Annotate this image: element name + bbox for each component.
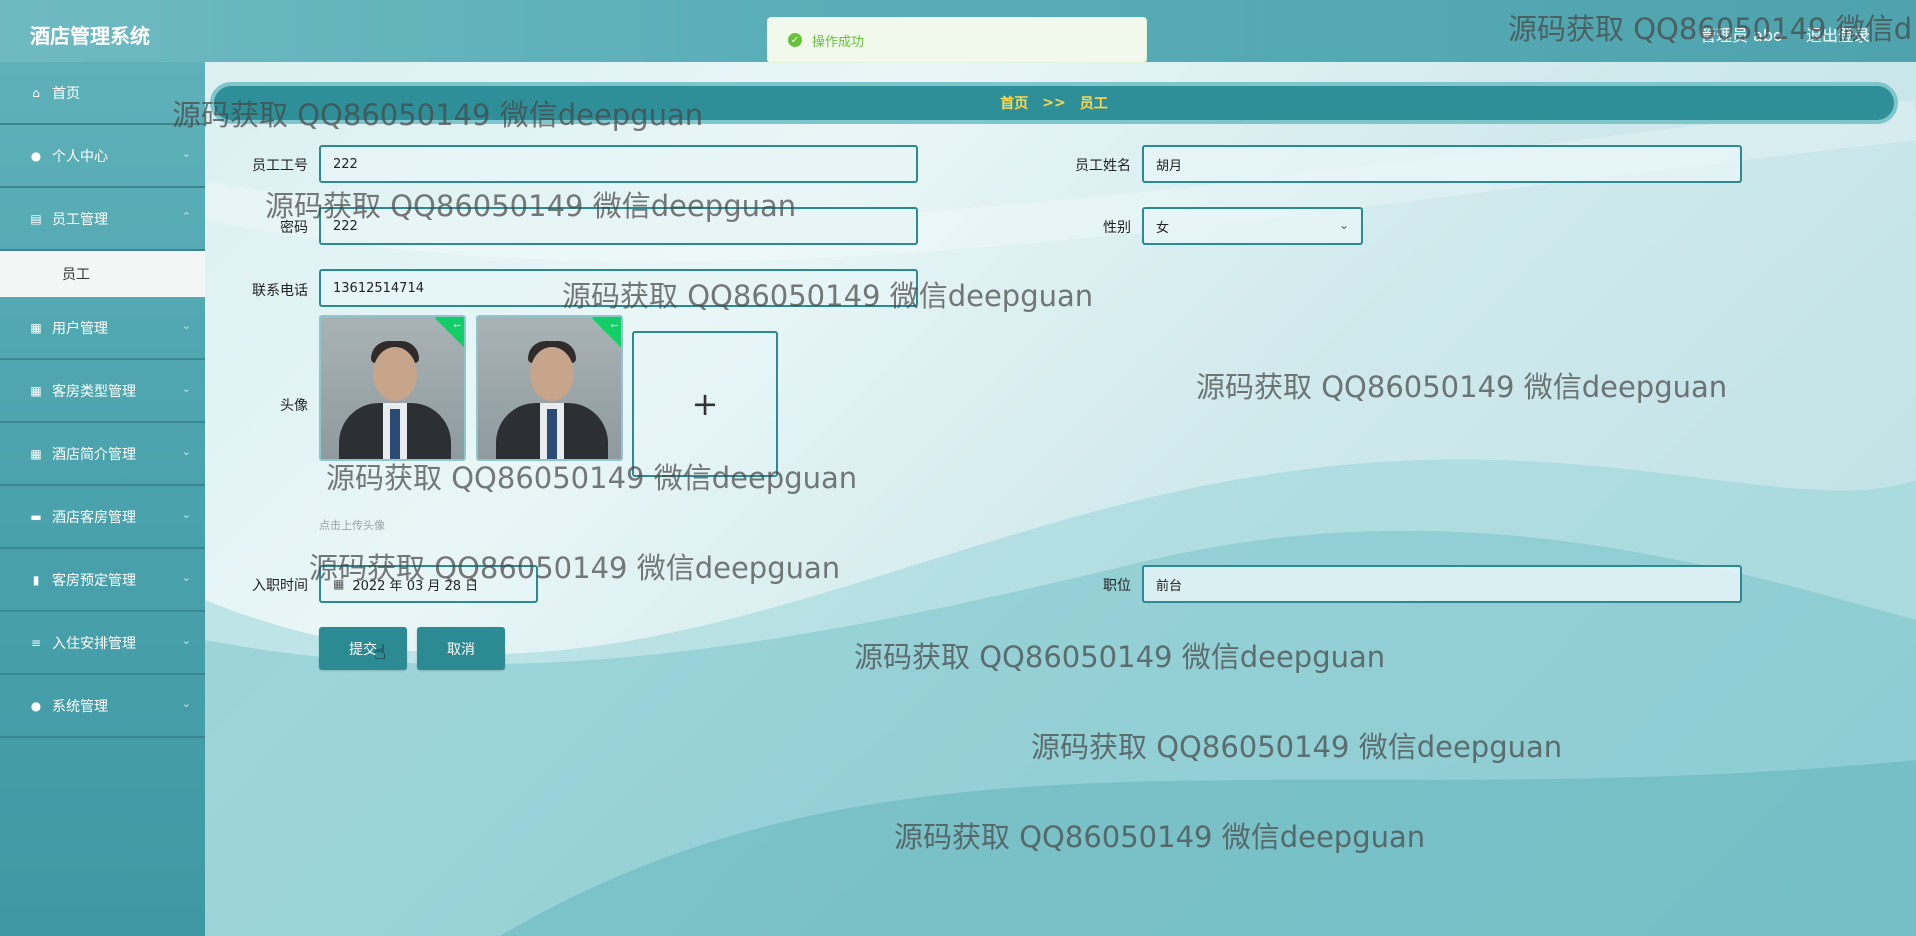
pointer-cursor-icon: ☝ [374, 640, 387, 664]
chevron-down-icon: ⌄ [181, 147, 191, 160]
admin-label: 管理员 abo [1700, 26, 1783, 45]
breadcrumb-separator: >> [1042, 95, 1066, 111]
chevron-down-icon: ⌄ [181, 382, 191, 395]
password-input[interactable]: 222 [319, 207, 918, 245]
avatar-label: 头像 [280, 398, 308, 414]
sidebar-item-label: 首页 [52, 85, 80, 102]
chevron-down-icon: ⌄ [1338, 218, 1349, 232]
logout-button[interactable]: 退出登录 [1806, 22, 1870, 46]
sidebar-item-label: 用户管理 [52, 320, 108, 337]
sidebar-item-home[interactable]: ⌂ 首页 [0, 62, 205, 125]
employee-no-label: 员工工号 [252, 158, 308, 174]
sidebar-item-label: 入住安排管理 [52, 635, 136, 652]
sidebar-item-label: 酒店客房管理 [52, 509, 136, 526]
chevron-down-icon: ⌄ [181, 319, 191, 332]
chevron-down-icon: ⌄ [181, 571, 191, 584]
app-logo: 酒店管理系统 [30, 24, 150, 48]
sidebar-item-label: 客房预定管理 [52, 572, 136, 589]
user-icon: ● [30, 698, 42, 713]
hire-date-picker[interactable]: ▦ 2022 年 03 月 28 日 [319, 565, 538, 603]
sidebar-item-room-type-management[interactable]: ▦ 客房类型管理 ⌄ [0, 360, 205, 423]
check-icon: ✓ [434, 317, 464, 349]
sidebar-item-label: 客房类型管理 [52, 383, 136, 400]
avatar-photo[interactable]: ✓ [319, 315, 466, 461]
sidebar-item-label: 系统管理 [52, 698, 108, 715]
upload-hint: 点击上传头像 [319, 519, 385, 532]
home-icon: ⌂ [32, 85, 40, 100]
gender-value: 女 [1156, 220, 1170, 236]
chevron-down-icon: ⌄ [181, 697, 191, 710]
success-toast: ✓ 操作成功 [767, 17, 1147, 63]
employee-name-input[interactable]: 胡月 [1142, 145, 1742, 183]
breadcrumb-home[interactable]: 首页 [1000, 93, 1028, 113]
position-label: 职位 [1103, 578, 1131, 594]
gender-select[interactable]: 女 ⌄ [1142, 207, 1363, 245]
sliders-icon: ≡ [30, 635, 42, 650]
grid-icon: ▦ [30, 383, 42, 398]
sidebar-item-hotel-intro-management[interactable]: ▦ 酒店简介管理 ⌄ [0, 423, 205, 486]
avatar-photo[interactable]: ✓ [476, 315, 623, 461]
chevron-up-icon: ⌃ [181, 210, 191, 223]
sidebar-item-user-management[interactable]: ▦ 用户管理 ⌄ [0, 297, 205, 360]
plus-icon: + [691, 385, 719, 423]
chevron-down-icon: ⌄ [181, 445, 191, 458]
sidebar-item-system-management[interactable]: ● 系统管理 ⌄ [0, 675, 205, 738]
sidebar-item-personal-center[interactable]: ● 个人中心 ⌄ [0, 125, 205, 188]
sidebar-item-label: 个人中心 [52, 148, 108, 165]
breadcrumb: 首页 >> 员工 [210, 82, 1898, 124]
avatar-upload-button[interactable]: + [632, 331, 778, 477]
message-icon: ▬ [30, 509, 42, 524]
background-wave [201, 100, 1916, 936]
toast-message: 操作成功 [812, 34, 865, 50]
sidebar-item-label: 员工管理 [52, 211, 108, 228]
employee-no-input[interactable]: 222 [319, 145, 918, 183]
sidebar-item-booking-management[interactable]: ▮ 客房预定管理 ⌄ [0, 549, 205, 612]
document-icon: ▤ [30, 211, 42, 226]
employee-name-label: 员工姓名 [1075, 158, 1131, 174]
chevron-down-icon: ⌄ [181, 508, 191, 521]
gender-label: 性别 [1103, 220, 1131, 236]
user-icon: ● [30, 148, 42, 163]
bar-chart-icon: ▮ [32, 572, 40, 587]
grid-icon: ▦ [30, 320, 42, 335]
sidebar-item-hotel-room-management[interactable]: ▬ 酒店客房管理 ⌄ [0, 486, 205, 549]
position-input[interactable]: 前台 [1142, 565, 1742, 603]
chevron-down-icon: ⌄ [181, 634, 191, 647]
sidebar-item-label: 酒店简介管理 [52, 446, 136, 463]
sidebar-subitem-employee[interactable]: 员工 [0, 251, 205, 297]
hire-date-value: 2022 年 03 月 28 日 [352, 578, 479, 594]
sidebar: ⌂ 首页 ● 个人中心 ⌄ ▤ 员工管理 ⌃ 员工 ▦ 用户管理 ⌄ ▦ 客房类… [0, 62, 205, 936]
hire-date-label: 入职时间 [252, 578, 308, 594]
phone-input[interactable]: 13612514714 [319, 269, 918, 307]
phone-label: 联系电话 [252, 283, 308, 299]
check-icon: ✓ [591, 317, 621, 349]
breadcrumb-current: 员工 [1079, 96, 1108, 112]
sidebar-item-employee-management[interactable]: ▤ 员工管理 ⌃ [0, 188, 205, 251]
submit-button[interactable]: 提交 [319, 627, 407, 670]
sidebar-item-checkin-management[interactable]: ≡ 入住安排管理 ⌄ [0, 612, 205, 675]
calendar-icon: ▦ [333, 577, 345, 591]
password-label: 密码 [280, 220, 308, 236]
grid-icon: ▦ [30, 446, 42, 461]
cancel-button[interactable]: 取消 [417, 627, 505, 670]
check-circle-icon: ✓ [788, 33, 802, 47]
